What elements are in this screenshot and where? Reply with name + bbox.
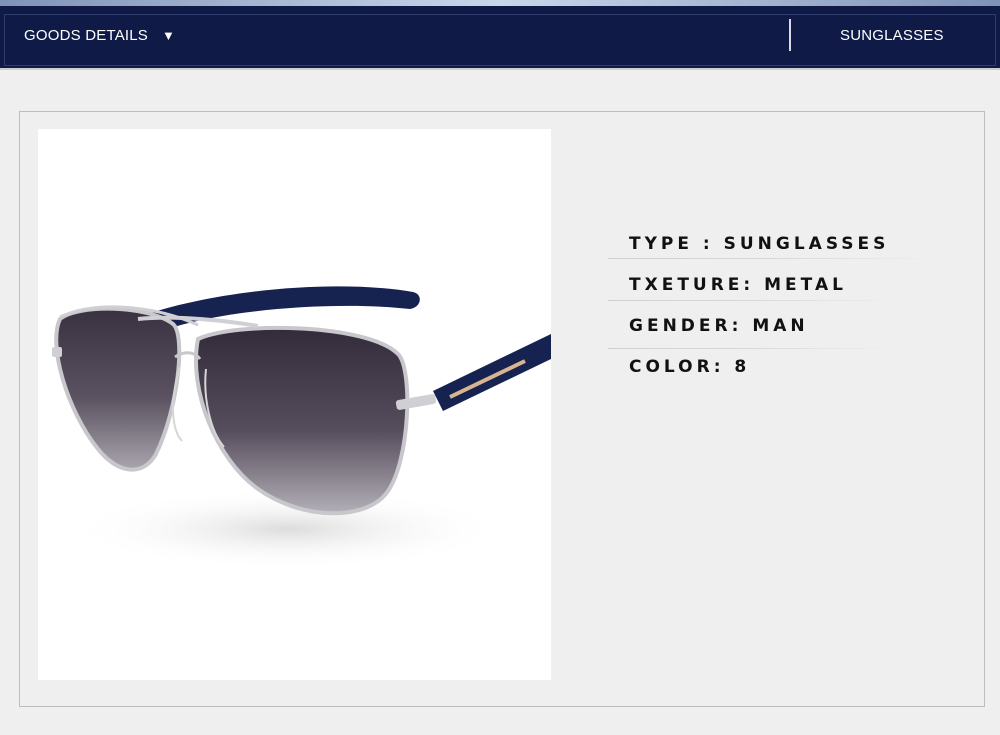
sunglasses-icon (52, 286, 551, 569)
spec-type: TYPE : SUNGLASSES (629, 234, 890, 254)
header-divider (789, 19, 791, 51)
spec-texture: TXETURE: METAL (629, 275, 847, 295)
product-photo (38, 129, 551, 680)
spec-gender: GENDER: MAN (629, 316, 809, 336)
goods-details-label[interactable]: GOODS DETAILS (24, 27, 148, 44)
chevron-down-icon[interactable]: ▼ (162, 28, 175, 43)
spec-divider (608, 300, 898, 301)
spec-divider (608, 348, 893, 349)
spec-color: COLOR: 8 (629, 357, 751, 377)
spec-divider (608, 258, 938, 259)
category-label[interactable]: SUNGLASSES (840, 27, 944, 44)
